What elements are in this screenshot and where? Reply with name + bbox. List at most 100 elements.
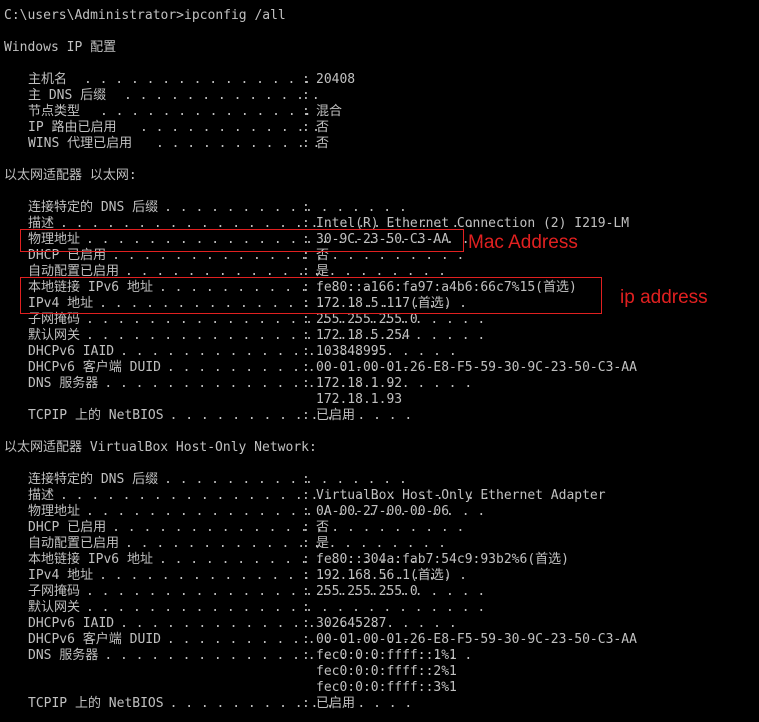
adapter2-row-6-value: 192.168.56.1(首选) — [316, 568, 452, 583]
adapter2-row-14-value: 已启用 — [316, 696, 356, 711]
adapter1-row-9-value: 103848995 — [316, 344, 387, 359]
colon: : — [302, 696, 310, 711]
colon: : — [302, 408, 310, 423]
adapter2-row-6-label: IPv4 地址 — [28, 568, 94, 583]
colon: : — [302, 312, 310, 327]
command-prompt: C:\users\Administrator>ipconfig /all — [4, 8, 286, 23]
adapter1-row-13-value: 已启用 — [316, 408, 356, 423]
adapter2-row-8-label: 默认网关 — [28, 600, 81, 615]
adapter2-row-11-value: fec0:0:0:ffff::1%1 — [316, 648, 457, 663]
dot-leader: . . . . . . . . . . . . . . . . . . . . … — [120, 344, 457, 359]
adapter1-row-7-value: 255.255.255.0 — [316, 312, 418, 327]
global-label-ip-routing: IP 路由已启用 — [28, 120, 117, 135]
dot-leader: . . . . . . . . . . . . . . . . . . . . … — [86, 584, 486, 599]
adapter2-row-9-label: DHCPv6 IAID — [28, 616, 115, 631]
colon: : — [302, 136, 310, 151]
global-label-wins-proxy: WINS 代理已启用 — [28, 136, 133, 151]
dot-leader: . . . . . . . . . . . . . . . . — [164, 472, 407, 487]
adapter2-row-11-label: DNS 服务器 — [28, 648, 99, 663]
dot-leader: . . . . . . . . . . . . . . . . . . . . … — [104, 376, 473, 391]
mac-address-annotation: Mac Address — [468, 232, 578, 253]
global-label-hostname: 主机名 — [28, 72, 68, 87]
adapter1-row-10-value: 00-01-00-01-26-E8-F5-59-30-9C-23-50-C3-A… — [316, 360, 637, 375]
dot-leader: . . . . . . . . . . . . . . — [100, 104, 312, 119]
adapter2-row-3-value: 否 — [316, 520, 330, 535]
dot-leader: . . . . . . . . . . . . . . . — [84, 72, 311, 87]
global-value-hostname: 20408 — [316, 72, 356, 87]
dot-leader: . . . . . . . . . . . . . . . . . . . . … — [125, 536, 446, 551]
colon: : — [302, 488, 310, 503]
global-label-dns-suffix: 主 DNS 后缀 — [28, 88, 107, 103]
dot-leader: . . . . . . . . . . . . . . . . . . . . … — [86, 328, 486, 343]
adapter2-row-14-label: TCPIP 上的 NetBIOS — [28, 696, 164, 711]
mac-address-highlight-box — [20, 229, 464, 252]
adapter2-row-9-value: 302645287 — [316, 616, 387, 631]
adapter1-row-11-label: DNS 服务器 — [28, 376, 99, 391]
dot-leader: . . . . . . . . . . . . . . . . — [169, 408, 413, 423]
adapter1-title: 以太网适配器 以太网: — [4, 168, 137, 183]
colon: : — [302, 536, 310, 551]
adapter2-title: 以太网适配器 VirtualBox Host-Only Network: — [4, 440, 317, 455]
adapter1-row-7-label: 子网掩码 — [28, 312, 81, 327]
colon: : — [302, 632, 310, 647]
adapter1-row-13-label: TCPIP 上的 NetBIOS — [28, 408, 164, 423]
colon: : — [302, 520, 310, 535]
ip-address-annotation: ip address — [620, 287, 708, 308]
colon: : — [302, 648, 310, 663]
adapter1-row-9-label: DHCPv6 IAID — [28, 344, 115, 359]
adapter1-row-0-label: 连接特定的 DNS 后缀 — [28, 200, 159, 215]
global-label-node-type: 节点类型 — [28, 104, 81, 119]
dot-leader: . . . . . . . . . . . . — [140, 120, 321, 135]
colon: : — [302, 200, 310, 215]
dot-leader: . . . . . . . . . . . . . . . . . . . . … — [86, 600, 486, 615]
colon: : — [302, 568, 310, 583]
adapter2-row-0-label: 连接特定的 DNS 后缀 — [28, 472, 159, 487]
colon: : — [302, 600, 310, 615]
colon: : — [302, 120, 310, 135]
adapter2-row-2-value: 0A-00-27-00-00-06 — [316, 504, 450, 519]
dot-leader: . . . . . . . . . . . . . . . . . . . . … — [120, 616, 457, 631]
dot-leader: . . . . . . . . . . . . . . . . — [164, 200, 407, 215]
adapter1-row-10-label: DHCPv6 客户端 DUID — [28, 360, 161, 375]
global-value-node-type: 混合 — [316, 104, 343, 119]
colon: : — [302, 472, 310, 487]
colon: : — [302, 104, 310, 119]
adapter2-row-13-value: fec0:0:0:ffff::3%1 — [316, 680, 457, 695]
colon: : — [302, 328, 310, 343]
ip-address-highlight-box — [20, 277, 602, 314]
global-value-ip-routing: 否 — [316, 120, 330, 135]
adapter2-row-10-value: 00-01-00-01-26-E8-F5-59-30-9C-23-50-C3-A… — [316, 632, 637, 647]
adapter2-row-10-label: DHCPv6 客户端 DUID — [28, 632, 161, 647]
adapter2-row-1-label: 描述 — [28, 488, 55, 503]
global-value-wins-proxy: 否 — [316, 136, 330, 151]
dot-leader: . . . . . . . . . . . . . . . . . . . . … — [86, 312, 486, 327]
adapter2-row-4-value: 是 — [316, 536, 330, 551]
colon: : — [302, 552, 310, 567]
adapter2-row-2-label: 物理地址 — [28, 504, 81, 519]
adapter1-row-12-value: 172.18.1.93 — [316, 392, 403, 407]
dot-leader: . . . . . . . . . . . — [156, 136, 321, 151]
adapter2-row-12-value: fec0:0:0:ffff::2%1 — [316, 664, 457, 679]
console-window[interactable]: C:\users\Administrator>ipconfig /all Win… — [0, 0, 759, 722]
adapter1-row-8-value: 172.18.5.254 — [316, 328, 410, 343]
colon: : — [302, 504, 310, 519]
adapter2-row-7-value: 255.255.255.0 — [316, 584, 418, 599]
adapter2-row-5-value: fe80::304a:fab7:54c9:93b2%6(首选) — [316, 552, 569, 567]
dot-leader: . . . . . . . . . . . . . . . . — [169, 696, 413, 711]
adapter2-row-5-label: 本地链接 IPv6 地址 — [28, 552, 153, 567]
colon: : — [302, 584, 310, 599]
windows-ip-config-header: Windows IP 配置 — [4, 40, 117, 55]
adapter2-row-7-label: 子网掩码 — [28, 584, 81, 599]
colon: : — [302, 88, 310, 103]
colon: : — [302, 376, 310, 391]
adapter2-row-3-label: DHCP 已启用 — [28, 520, 107, 535]
dot-leader: . . . . . . . . . . . . . — [124, 88, 320, 103]
colon: : — [302, 344, 310, 359]
colon: : — [302, 616, 310, 631]
dot-leader: . . . . . . . . . . . . . . . . . . . . … — [112, 520, 465, 535]
adapter1-row-11-value: 172.18.1.92 — [316, 376, 403, 391]
adapter2-row-4-label: 自动配置已启用 — [28, 536, 120, 551]
adapter1-row-8-label: 默认网关 — [28, 328, 81, 343]
colon: : — [302, 360, 310, 375]
adapter2-row-1-value: VirtualBox Host-Only Ethernet Adapter — [316, 488, 606, 503]
